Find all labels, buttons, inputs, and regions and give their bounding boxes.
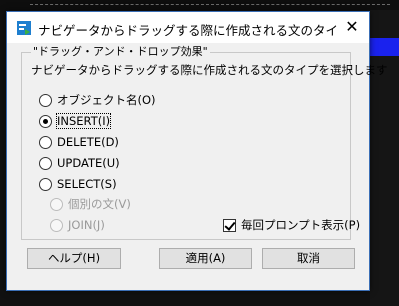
radio-button-selected-icon[interactable] [39, 114, 52, 128]
cancel-button[interactable]: 取消 [262, 248, 355, 269]
title-bar[interactable]: ナビゲータからドラッグする際に作成される文のタイプを選... ✕ [7, 12, 369, 43]
radio-label: オブジェクト名(O) [57, 93, 156, 107]
background-dashed-line [30, 4, 390, 5]
prompt-every-time-checkbox[interactable]: 毎回プロンプト表示(P) [223, 217, 360, 233]
radio-individual-statement: 個別の文(V) [50, 196, 131, 212]
radio-delete[interactable]: DELETE(D) [39, 134, 119, 150]
radio-label: 個別の文(V) [68, 197, 131, 211]
radio-insert[interactable]: INSERT(I) [39, 113, 112, 129]
radio-button-icon[interactable] [39, 93, 52, 107]
radio-label: SELECT(S) [57, 177, 117, 191]
group-title: "ドラッグ・アンド・ドロップ効果" [31, 45, 210, 58]
radio-label: INSERT(I) [55, 113, 112, 129]
radio-button-icon[interactable] [39, 135, 52, 149]
dialog-title: ナビゲータからドラッグする際に作成される文のタイプを選... [38, 23, 338, 36]
apply-button[interactable]: 適用(A) [159, 248, 252, 269]
radio-button-disabled-icon [50, 218, 63, 232]
background-selection-bar [370, 38, 399, 56]
close-button[interactable]: ✕ [341, 17, 363, 39]
group-description: ナビゲータからドラッグする際に作成される文のタイプを選択します [31, 63, 388, 77]
radio-button-disabled-icon [50, 197, 63, 211]
radio-select[interactable]: SELECT(S) [39, 176, 117, 192]
radio-label: UPDATE(U) [57, 156, 120, 170]
radio-label: DELETE(D) [57, 135, 119, 149]
checkbox-label: 毎回プロンプト表示(P) [241, 218, 361, 232]
checkbox-checked-icon[interactable] [223, 218, 236, 232]
radio-label: JOIN(J) [68, 218, 105, 232]
radio-button-icon[interactable] [39, 156, 52, 170]
radio-update[interactable]: UPDATE(U) [39, 155, 120, 171]
radio-join: JOIN(J) [50, 217, 105, 233]
radio-object-name[interactable]: オブジェクト名(O) [39, 92, 156, 108]
app-icon [17, 21, 31, 35]
background-toolbar [0, 0, 399, 10]
help-button[interactable]: ヘルプ(H) [27, 248, 121, 269]
radio-button-icon[interactable] [39, 177, 52, 191]
